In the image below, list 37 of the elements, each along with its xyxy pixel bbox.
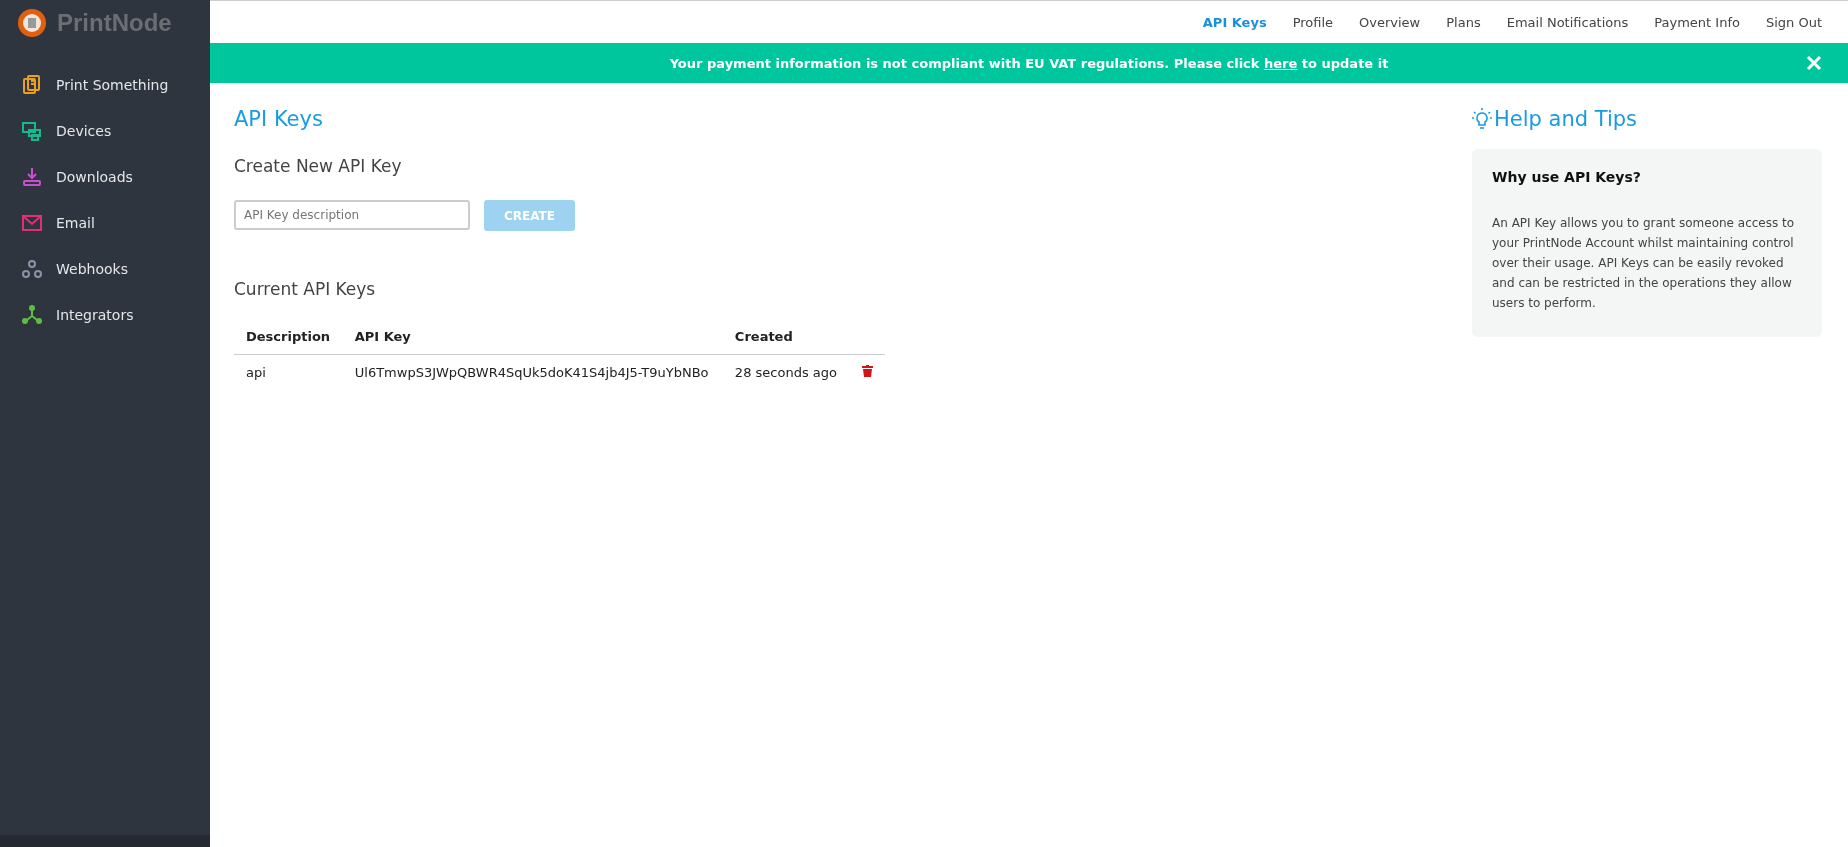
close-icon [1806, 55, 1822, 71]
printer-icon [22, 121, 42, 141]
sidebar-item[interactable]: Email [0, 200, 210, 246]
sidebar-item[interactable]: Print Something [0, 62, 210, 108]
banner-message: Your payment information is not compliant with EU VAT regulations. Please click here to update it [669, 55, 1389, 71]
network-icon [22, 305, 42, 325]
nav-link[interactable]: Sign Out [1765, 14, 1822, 30]
card-text: An API Key allows you to grant someone access to your PrintNode Account whilst maintaining control over their usage. API Keys can be easily revoked and can be restricted in the operations they allow users to perform. [1492, 215, 1796, 312]
table-cell: Ul6TmwpS3JWpQBWR4SqUk5doK41S4jb4J5-T9uYbNBo [354, 365, 709, 380]
envelope-icon [22, 213, 42, 233]
sidebar-item[interactable]: Devices [0, 108, 210, 154]
sidebar-item[interactable]: Integrators [0, 292, 210, 338]
table-cell: 28 seconds ago [734, 365, 837, 380]
column-header: Description [234, 319, 343, 355]
webhook-icon [22, 259, 42, 279]
card-title: Why use API Keys? [1492, 169, 1642, 185]
column-header: Created [722, 319, 850, 355]
documents-icon [22, 75, 42, 95]
nav-link[interactable]: Plans [1446, 14, 1481, 30]
nav-link[interactable]: Payment Info [1654, 14, 1740, 30]
section-heading: Create New API Key [234, 156, 403, 176]
nav-link[interactable]: API Keys [1202, 14, 1267, 30]
help-title: Help and Tips [1494, 107, 1638, 131]
trash-icon[interactable] [861, 365, 873, 377]
nav-link[interactable]: Email Notifications [1506, 14, 1629, 30]
download-icon [22, 167, 42, 187]
logo-icon [17, 7, 47, 38]
page-title: API Keys [234, 107, 324, 131]
table-cell: api [246, 365, 266, 380]
column-header: API Key [342, 319, 723, 355]
logo-text: PrintNode [57, 8, 172, 37]
nav-link[interactable]: Overview [1359, 14, 1421, 30]
nav-link[interactable]: Profile [1292, 14, 1334, 30]
lightbulb-icon [1472, 108, 1492, 130]
sidebar-item[interactable]: Downloads [0, 154, 210, 200]
section-heading: Current API Keys [234, 279, 377, 299]
sidebar-item[interactable]: Webhooks [0, 246, 210, 292]
